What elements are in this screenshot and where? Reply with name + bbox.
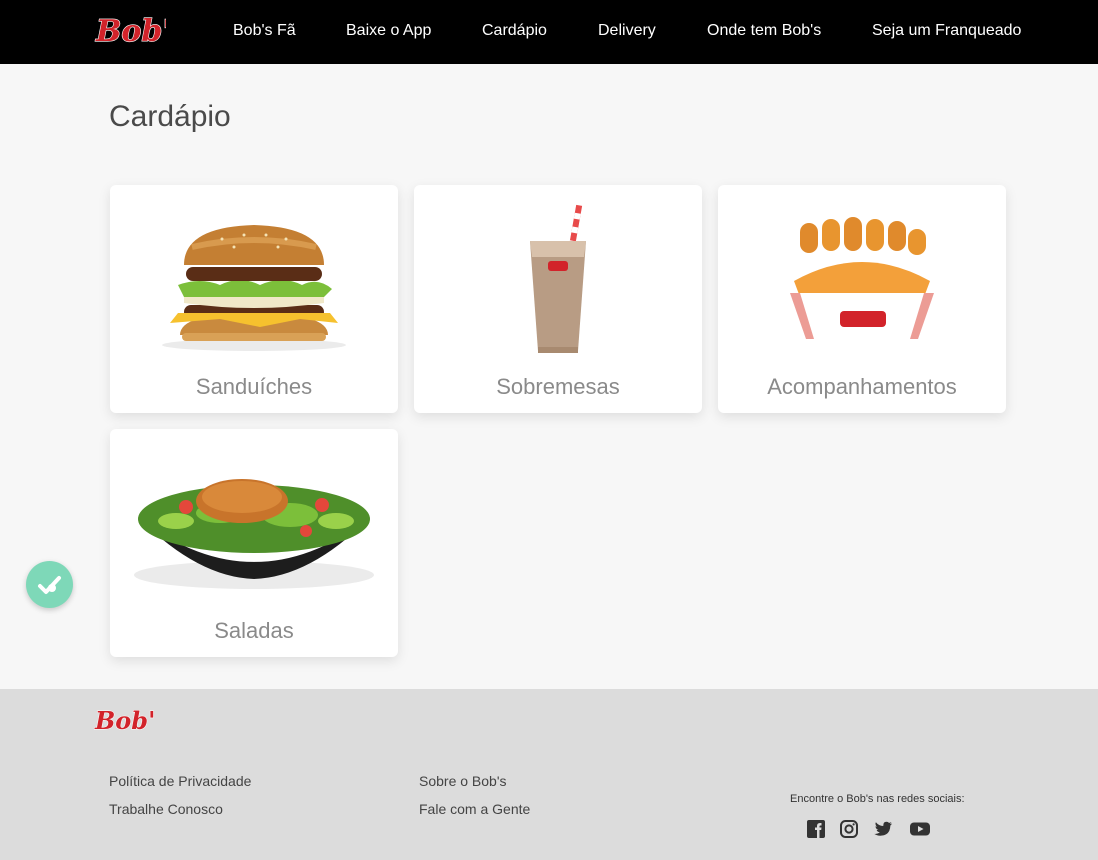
nav-item-seja-um-franqueado[interactable]: Seja um Franqueado [872,22,1021,40]
footer-link-politica-de-privacidade[interactable]: Política de Privacidade [109,773,251,789]
nav-item-onde-tem-bobs[interactable]: Onde tem Bob's [707,22,821,40]
footer-link-sobre-o-bobs[interactable]: Sobre o Bob's [419,773,507,789]
instagram-icon[interactable] [838,818,860,840]
nav-item-baixe-o-app[interactable]: Baixe o App [346,22,431,40]
svg-text:Bob's: Bob's [94,706,154,735]
youtube-icon[interactable] [909,818,931,840]
category-label: Acompanhamentos [767,374,957,399]
category-card-sobremesas[interactable]: Sobremesas [414,185,702,413]
nav-item-cardapio[interactable]: Cardápio [482,22,547,40]
svg-text:Bob's: Bob's [95,14,166,48]
social-text: Encontre o Bob's nas redes sociais: [790,793,965,805]
top-navigation-bar: Bob's Bob's Fã Baixe o App Cardápio Deli… [0,0,1098,64]
nav-item-bobs-fa[interactable]: Bob's Fã [233,22,296,40]
facebook-icon[interactable] [805,818,827,840]
burger-image [162,225,346,351]
category-label: Sanduíches [195,374,313,399]
accessibility-icon [38,576,61,594]
category-card-saladas[interactable]: Saladas [110,429,398,657]
category-label: Sobremesas [496,374,620,399]
footer-link-trabalhe-conosco[interactable]: Trabalhe Conosco [109,801,223,817]
footer: Bob's Política de Privacidade Trabalhe C… [0,689,1098,860]
bobs-logo[interactable]: Bob's [94,12,166,48]
fries-nuggets-image [790,217,934,339]
footer-link-fale-com-a-gente[interactable]: Fale com a Gente [419,801,530,817]
twitter-icon[interactable] [872,818,894,840]
salad-image [134,479,374,589]
nav-item-delivery[interactable]: Delivery [598,22,656,40]
category-card-sanduiches[interactable]: Sanduíches [110,185,398,413]
accessibility-button[interactable] [26,561,73,608]
category-label: Saladas [214,618,294,643]
page-title: Cardápio [109,100,231,133]
milkshake-image [530,204,586,353]
bobs-logo-footer[interactable]: Bob's [94,705,154,736]
category-card-acompanhamentos[interactable]: Acompanhamentos [718,185,1006,413]
